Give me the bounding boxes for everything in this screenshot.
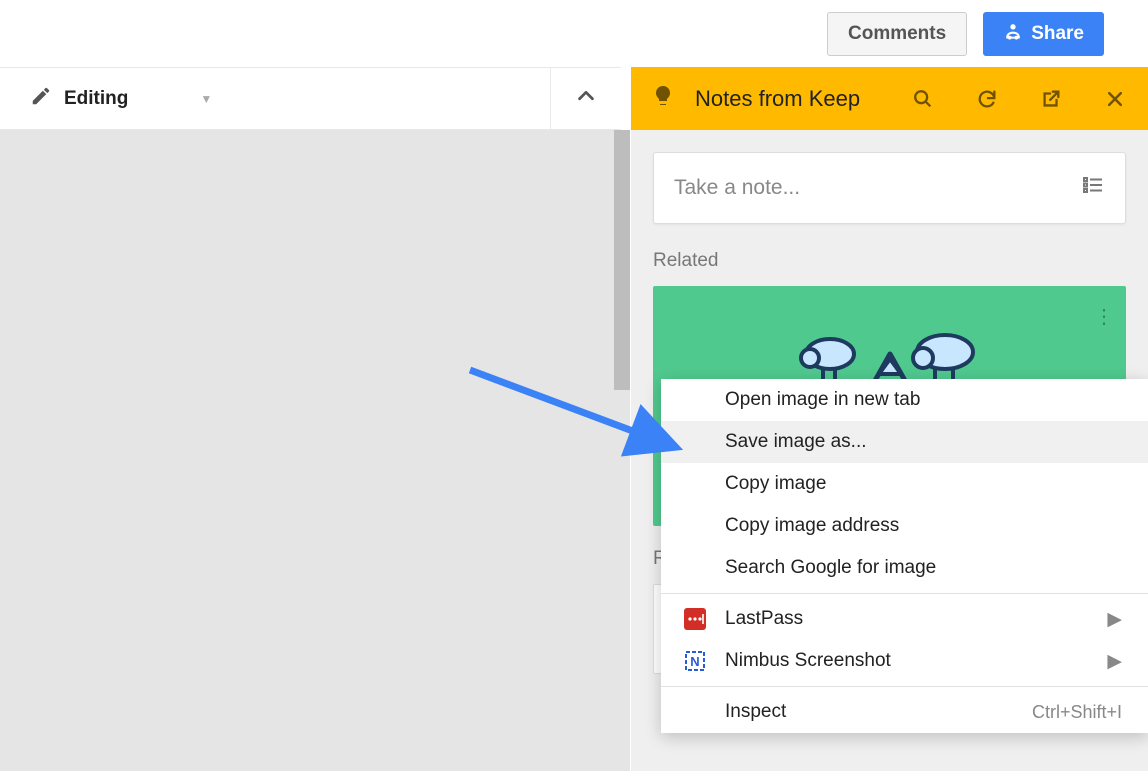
ctx-search-google-image[interactable]: Search Google for image [661,547,1148,589]
lastpass-icon [683,607,707,631]
ctx-copy-image[interactable]: Copy image [661,463,1148,505]
more-icon[interactable]: ⋮ [1094,304,1112,329]
ctx-save-image-as[interactable]: Save image as... [661,421,1148,463]
refresh-icon[interactable] [976,88,998,110]
ctx-item-label: Inspect [725,701,786,723]
ctx-item-label: Open image in new tab [725,389,920,411]
keep-header-actions [912,88,1126,110]
share-button-label: Share [1031,23,1084,45]
keep-header: Notes from Keep [631,67,1148,130]
submenu-arrow-icon: ▶ [1107,650,1122,673]
editing-mode-label: Editing [64,88,128,110]
comments-button[interactable]: Comments [827,12,967,56]
nimbus-icon: N [683,649,707,673]
ctx-item-label: LastPass [725,608,803,630]
comments-button-label: Comments [848,23,946,45]
pencil-icon [30,85,52,112]
take-note-input[interactable]: Take a note... [653,152,1126,224]
share-button[interactable]: Share [983,12,1104,56]
ctx-item-label: Copy image address [725,515,899,537]
ctx-inspect[interactable]: Inspect Ctrl+Shift+I [661,691,1148,733]
list-icon[interactable] [1081,173,1105,203]
open-external-icon[interactable] [1040,88,1062,110]
collapse-toolbar-button[interactable] [551,68,621,129]
svg-text:N: N [690,654,699,669]
topbar: Comments Share [0,0,1148,67]
ctx-item-label: Nimbus Screenshot [725,650,891,672]
ctx-item-label: Copy image [725,473,826,495]
search-icon[interactable] [912,88,934,110]
ctx-item-label: Search Google for image [725,557,936,579]
dropdown-caret-icon: ▼ [200,92,212,106]
close-icon[interactable] [1104,88,1126,110]
share-icon [1003,21,1023,47]
ctx-item-label: Save image as... [725,431,867,453]
editing-toolbar: Editing ▼ [0,67,621,130]
context-menu: Open image in new tab Save image as... C… [661,379,1148,733]
chevron-up-icon [575,85,597,112]
ctx-open-image-new-tab[interactable]: Open image in new tab [661,379,1148,421]
ctx-separator [661,593,1148,594]
related-section-label: Related [653,250,1126,272]
editing-mode-dropdown[interactable]: Editing ▼ [0,68,551,129]
ctx-copy-image-address[interactable]: Copy image address [661,505,1148,547]
scrollbar-thumb[interactable] [614,130,630,390]
take-note-placeholder: Take a note... [674,176,800,200]
ctx-shortcut: Ctrl+Shift+I [1032,702,1122,723]
submenu-arrow-icon: ▶ [1107,608,1122,631]
keep-header-title: Notes from Keep [695,86,892,112]
ctx-nimbus-screenshot[interactable]: N Nimbus Screenshot ▶ [661,640,1148,682]
ctx-lastpass[interactable]: LastPass ▶ [661,598,1148,640]
document-canvas[interactable] [0,130,630,771]
keep-bulb-icon [651,84,675,113]
ctx-separator [661,686,1148,687]
